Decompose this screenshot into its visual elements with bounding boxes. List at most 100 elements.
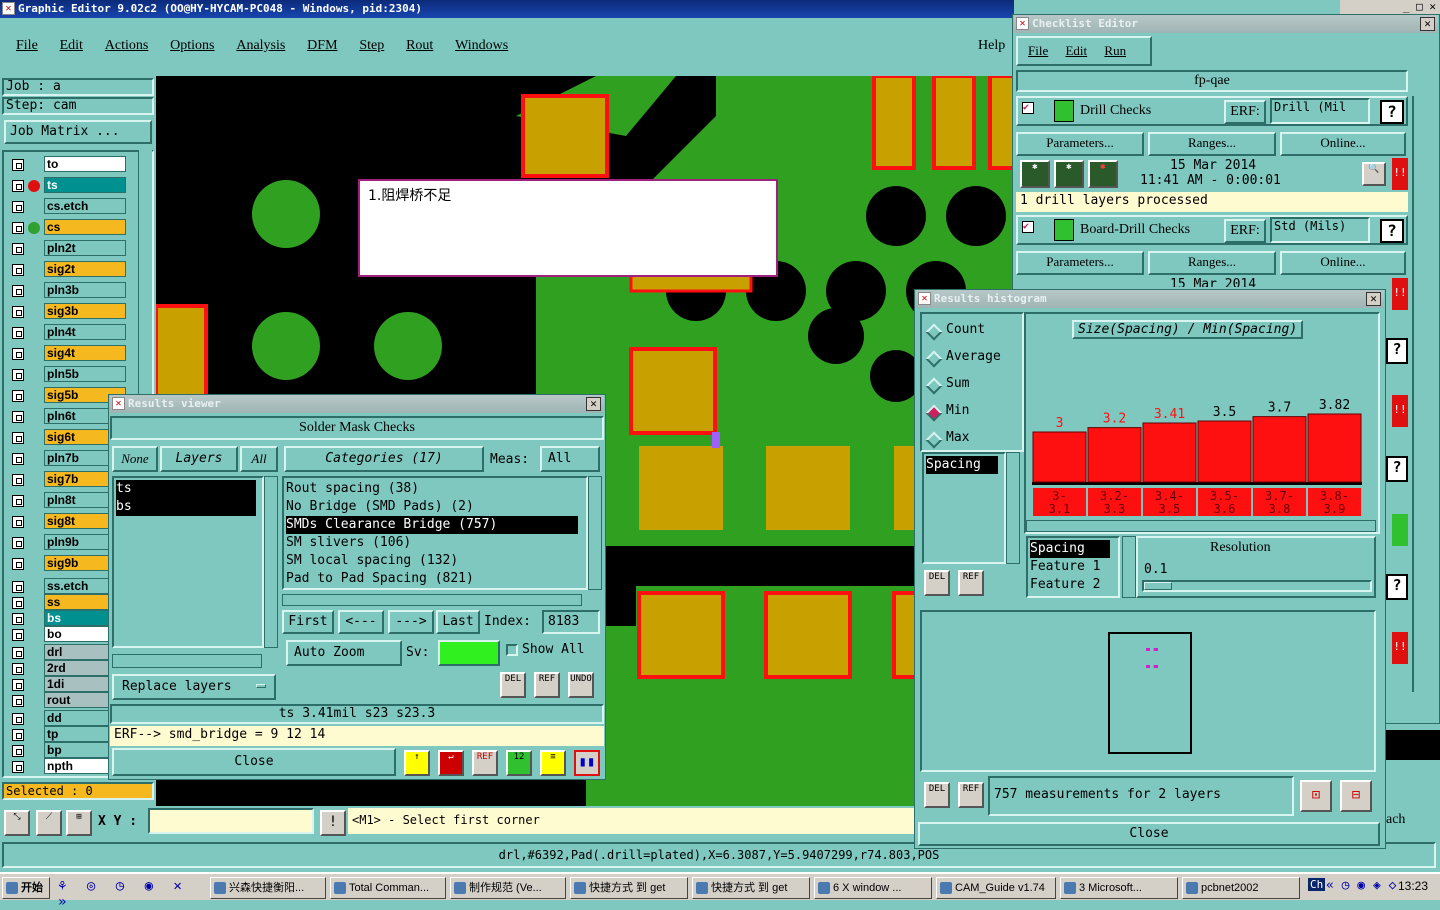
category-item[interactable]: SMDs Clearance Bridge (757)	[286, 516, 578, 534]
radio-button[interactable]	[925, 323, 943, 341]
taskbar-item[interactable]: 快捷方式 到 get	[570, 877, 688, 899]
layer-checkbox[interactable]	[12, 453, 24, 465]
layer-checkbox[interactable]	[12, 285, 24, 297]
layer-checkbox[interactable]	[12, 474, 24, 486]
menu-options[interactable]: Options	[170, 38, 214, 53]
histogram-bars[interactable]: 33-3.13.23.2-3.33.413.4-3.53.53.5-3.63.7…	[1026, 344, 1378, 528]
layer-row-to[interactable]: to	[10, 156, 128, 174]
main-window-controls[interactable]: _ □ ✕	[1340, 0, 1440, 14]
categories-button[interactable]: Categories (17)	[284, 446, 484, 472]
board-drill-help-icon[interactable]: ?	[1380, 219, 1404, 243]
job-matrix-button[interactable]: Job Matrix ...	[4, 120, 152, 144]
results-layer-item[interactable]: ts	[116, 480, 256, 498]
category-item[interactable]: SM local spacing (132)	[286, 552, 584, 570]
categories-scrollbar[interactable]	[588, 476, 602, 590]
resolution-slider[interactable]	[1142, 580, 1372, 592]
preview-ref-icon[interactable]: REF	[958, 782, 984, 808]
layer-checkbox[interactable]	[12, 729, 24, 741]
radio-max[interactable]: Max	[922, 430, 1022, 450]
help-strip-2[interactable]: ?	[1386, 456, 1408, 482]
results-viewer-close-icon[interactable]: ✕	[586, 397, 601, 411]
tray-icons[interactable]: « ◷ ◉ ◈ ◇	[1326, 878, 1398, 898]
results-layer-item[interactable]: bs	[116, 498, 256, 516]
layer-checkbox[interactable]	[12, 761, 24, 773]
meas-dropdown[interactable]: All	[540, 446, 600, 472]
categories-list[interactable]: Rout spacing (38) No Bridge (SMD Pads) (2…	[282, 476, 588, 590]
prev-button[interactable]: <---	[338, 610, 384, 634]
drill-ranges-button[interactable]: Ranges...	[1148, 132, 1276, 156]
taskbar-item[interactable]: 3 Microsoft...	[1060, 877, 1178, 899]
radio-button[interactable]	[925, 431, 943, 449]
viewer-tool-icon-3[interactable]: REF	[472, 750, 498, 776]
layer-checkbox[interactable]	[12, 432, 24, 444]
index-input[interactable]: 8183	[542, 610, 600, 634]
results-viewer-close-button[interactable]: Close	[112, 748, 396, 776]
radio-average[interactable]: Average	[922, 349, 1022, 369]
annotation-note[interactable]: 1.阻焊桥不足	[358, 179, 778, 277]
menu-step[interactable]: Step	[359, 38, 384, 53]
layer-checkbox[interactable]	[12, 180, 24, 192]
radio-min[interactable]: Min	[922, 403, 1022, 423]
grid-tool-icon[interactable]: ⊞	[66, 810, 92, 836]
board-drill-parameters-button[interactable]: Parameters...	[1016, 251, 1144, 275]
checklist-menu-run[interactable]: Run	[1104, 43, 1126, 58]
results-layer-hscrollbar[interactable]	[112, 654, 262, 668]
xy-input[interactable]	[148, 808, 314, 834]
layer-checkbox[interactable]	[12, 411, 24, 423]
board-drill-online-button[interactable]: Online...	[1280, 251, 1406, 275]
layer-checkbox[interactable]	[12, 745, 24, 757]
measure-scrollbar[interactable]	[1006, 452, 1020, 564]
layer-name[interactable]: pln4t	[44, 324, 126, 340]
checklist-menu-file[interactable]: File	[1028, 43, 1048, 58]
layer-checkbox[interactable]	[12, 348, 24, 360]
layer-row-sig3b[interactable]: sig3b	[10, 303, 128, 321]
menu-file[interactable]: File	[16, 38, 38, 53]
histogram-bar[interactable]	[1142, 422, 1197, 483]
layer-checkbox[interactable]	[12, 713, 24, 725]
drill-online-button[interactable]: Online...	[1280, 132, 1406, 156]
layer-checkbox[interactable]	[12, 581, 24, 593]
histogram-bar[interactable]	[1197, 420, 1252, 483]
layer-checkbox[interactable]	[12, 369, 24, 381]
layer-name[interactable]: cs	[44, 219, 126, 235]
radio-sum[interactable]: Sum	[922, 376, 1022, 396]
viewer-tool-icon-4[interactable]: 12	[506, 750, 532, 776]
alert-icon[interactable]: !	[320, 810, 346, 836]
layer-row-sig4t[interactable]: sig4t	[10, 345, 128, 363]
layer-name[interactable]: sig2t	[44, 261, 126, 277]
drill-stop-icon[interactable]: ✱	[1088, 160, 1118, 188]
measure-tool-icon[interactable]: ⟋	[36, 810, 62, 836]
measure-list[interactable]: Spacing	[922, 452, 1006, 564]
layer-name[interactable]: pln2t	[44, 240, 126, 256]
layer-row-sig2t[interactable]: sig2t	[10, 261, 128, 279]
layer-checkbox[interactable]	[12, 201, 24, 213]
histogram-bar[interactable]	[1307, 413, 1362, 483]
help-strip-3[interactable]: ?	[1386, 574, 1408, 600]
histogram-bar[interactable]	[1032, 431, 1087, 483]
menu-dfm[interactable]: DFM	[307, 38, 337, 53]
layer-name[interactable]: pln5b	[44, 366, 126, 382]
menu-analysis[interactable]: Analysis	[236, 38, 285, 53]
resolution-slider-thumb[interactable]	[1144, 582, 1172, 590]
taskbar-item[interactable]: 6 X window ...	[814, 877, 932, 899]
taskbar-item[interactable]: 快捷方式 到 get	[692, 877, 810, 899]
right-partial-button[interactable]: ach	[1386, 812, 1438, 832]
first-button[interactable]: First	[282, 610, 334, 634]
checklist-menu-edit[interactable]: Edit	[1065, 43, 1087, 58]
histogram-close-button[interactable]: Close	[918, 822, 1380, 846]
layer-row-cs-etch[interactable]: cs.etch	[10, 198, 128, 216]
show-all-checkbox[interactable]	[506, 644, 518, 656]
drill-help-icon[interactable]: ?	[1380, 100, 1404, 124]
viewer-del-icon[interactable]: DEL	[500, 672, 526, 698]
results-layer-list[interactable]: ts bs	[112, 476, 264, 648]
menu-rout[interactable]: Rout	[406, 38, 433, 53]
histogram-del-icon[interactable]: DEL	[924, 570, 950, 596]
property-scrollbar[interactable]	[1122, 536, 1136, 598]
board-drill-erf-value[interactable]: Std (Mils)	[1270, 217, 1370, 243]
help-strip-1[interactable]: ?	[1386, 338, 1408, 364]
radio-count[interactable]: Count	[922, 322, 1022, 342]
layers-none-button[interactable]: None	[112, 446, 158, 472]
layer-checkbox[interactable]	[12, 222, 24, 234]
layer-row-ts[interactable]: ts	[10, 177, 128, 195]
taskbar-item[interactable]: 制作规范 (Ve...	[450, 877, 566, 899]
